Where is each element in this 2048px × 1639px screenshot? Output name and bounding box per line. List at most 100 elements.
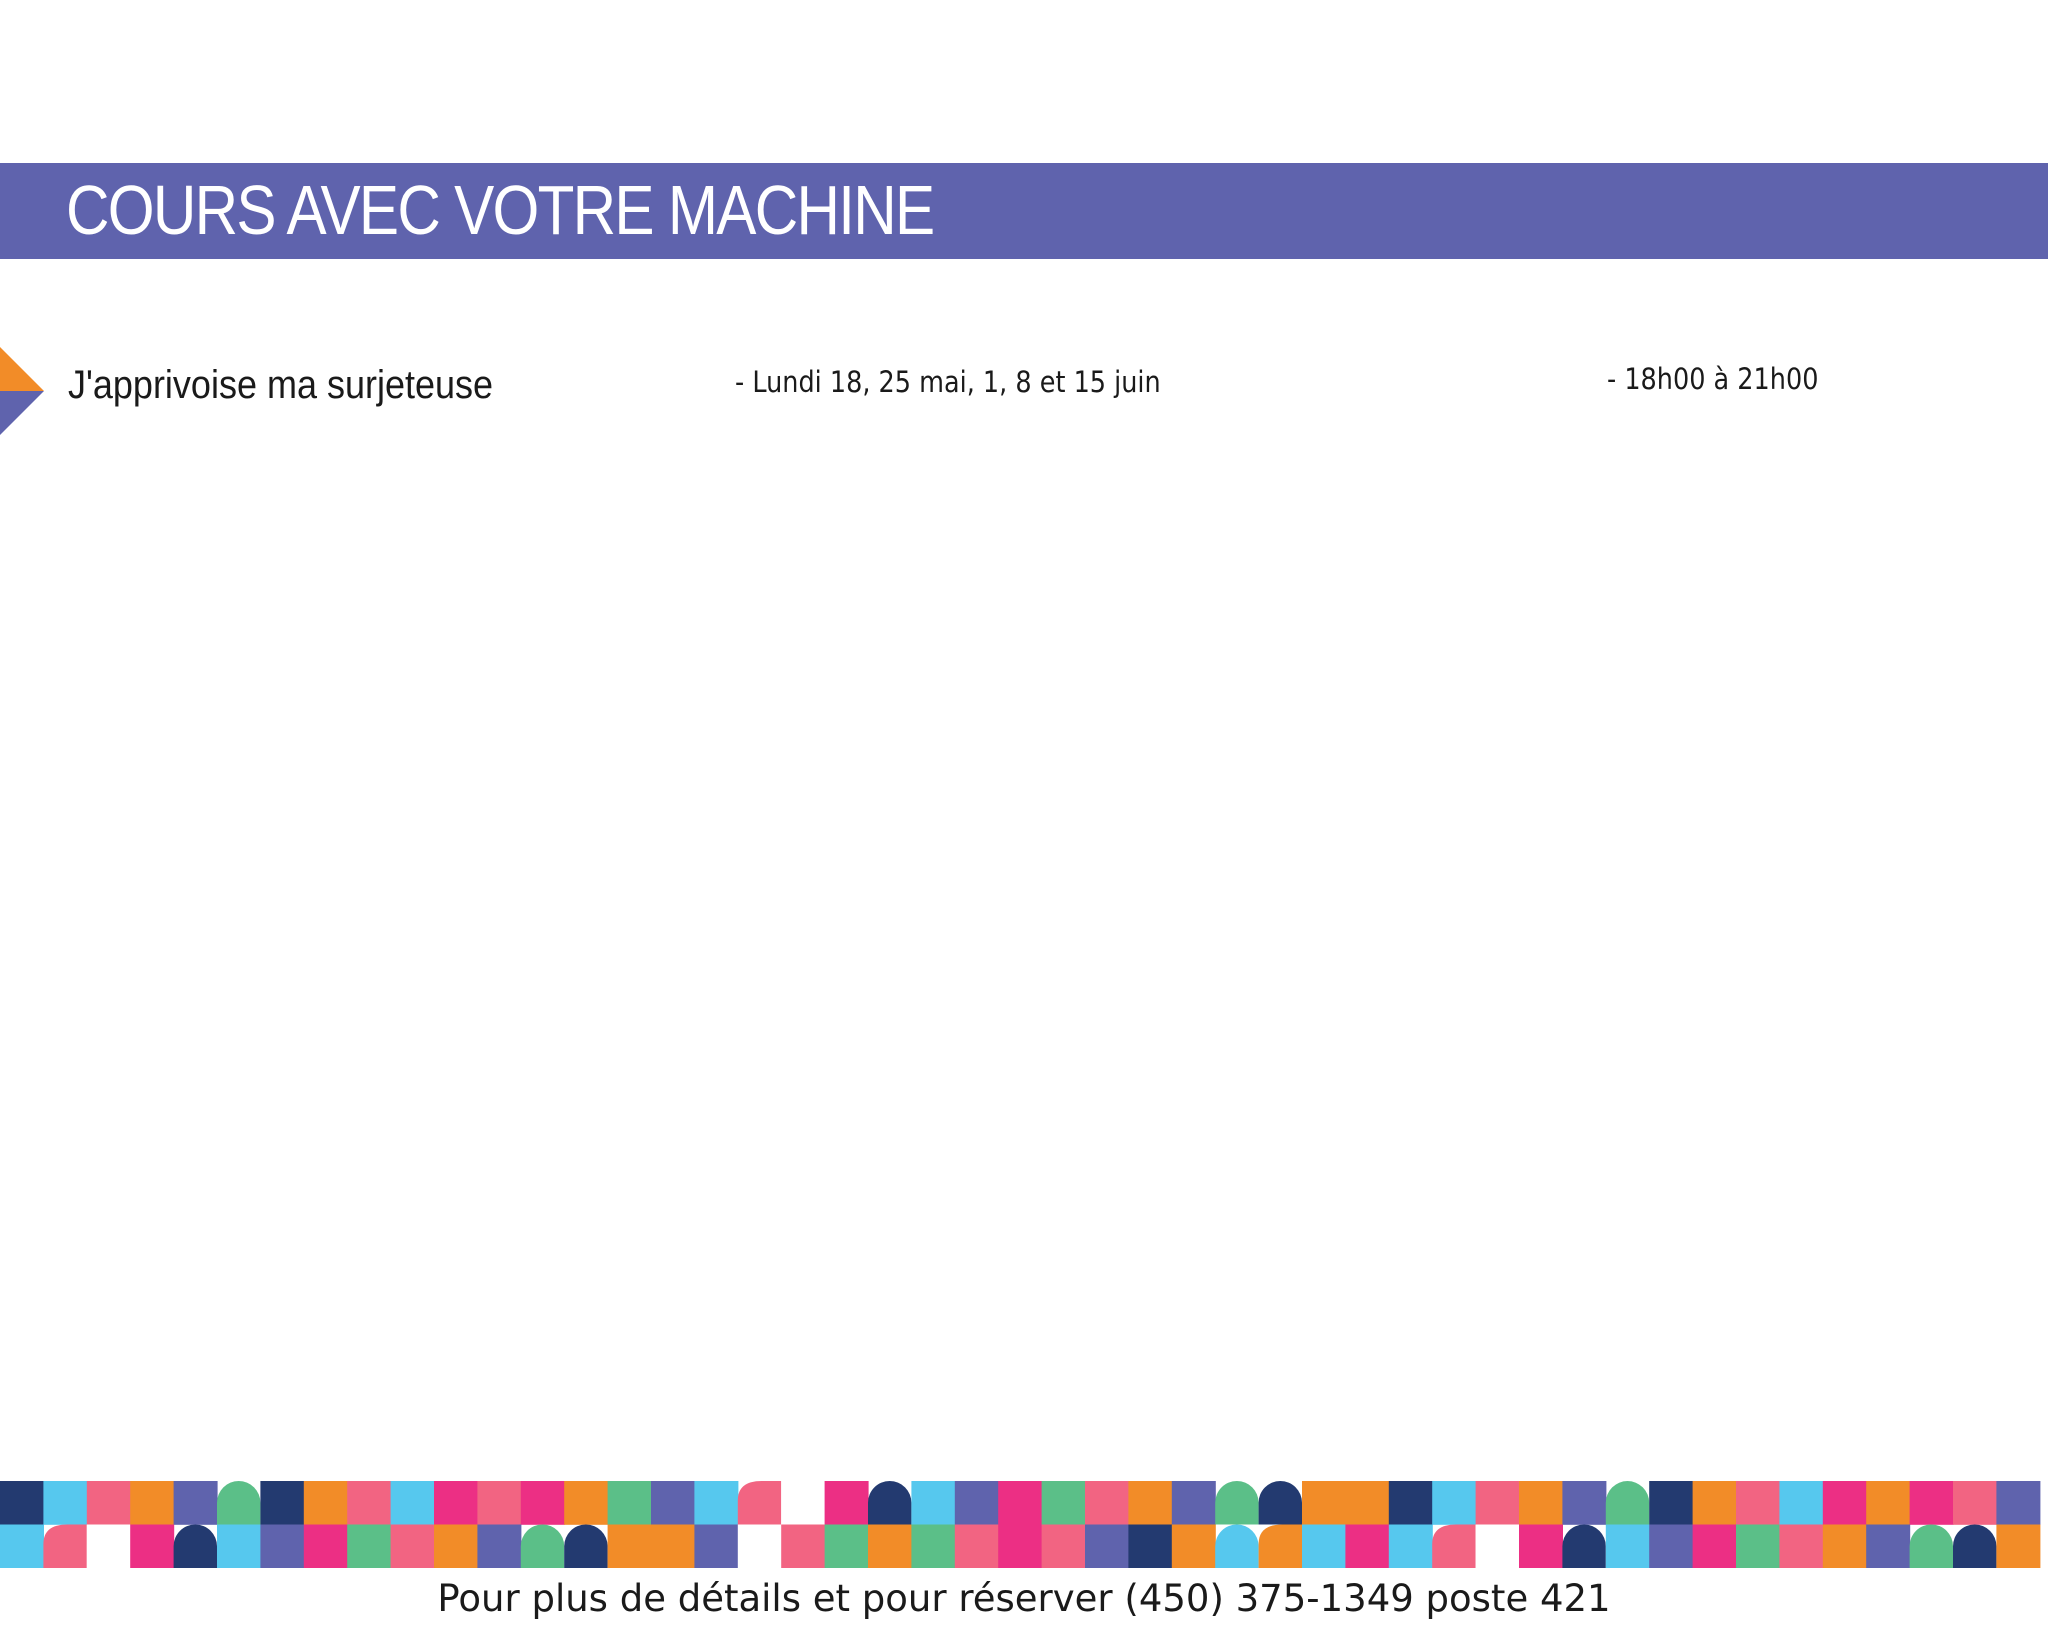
pattern-tile-bottom-38 (1649, 1524, 1694, 1568)
pattern-tile-top-29 (1258, 1481, 1302, 1525)
pattern-tile-bottom-4 (173, 1524, 217, 1568)
pattern-tile-top-40 (1736, 1481, 1780, 1525)
pattern-tile-top-22 (954, 1481, 999, 1525)
pattern-tile-top-41 (1779, 1481, 1824, 1525)
pattern-tile-top-19 (824, 1481, 869, 1525)
pattern-tile-bottom-34 (1475, 1524, 1520, 1568)
pattern-tile-bottom-6 (260, 1524, 305, 1568)
pattern-tile-top-25 (1085, 1481, 1129, 1525)
pattern-tile-bottom-11 (477, 1524, 522, 1568)
pattern-tile-bottom-42 (1822, 1524, 1867, 1568)
pattern-tile-top-36 (1562, 1481, 1607, 1525)
pattern-tile-bottom-37 (1605, 1524, 1650, 1568)
pattern-tile-top-27 (1171, 1481, 1216, 1525)
pattern-tile-bottom-8 (347, 1524, 392, 1568)
pattern-tile-bottom-9 (390, 1524, 435, 1568)
pattern-tile-top-8 (347, 1481, 392, 1525)
pattern-tile-bottom-17 (737, 1524, 782, 1568)
pattern-tile-top-14 (607, 1481, 652, 1525)
course-dates: - Lundi 18, 25 mai, 1, 8 et 15 juin (735, 365, 1161, 399)
pattern-tile-top-9 (390, 1481, 435, 1525)
pattern-tile-top-43 (1866, 1481, 1911, 1525)
pattern-tile-top-45 (1953, 1481, 1997, 1525)
pattern-tile-bottom-33 (1432, 1524, 1476, 1568)
pattern-tile-bottom-22 (954, 1524, 999, 1568)
pattern-tile-top-20 (868, 1481, 912, 1525)
pattern-tile-bottom-15 (651, 1524, 695, 1568)
pattern-tile-top-38 (1649, 1481, 1694, 1525)
page-title: COURS AVEC VOTRE MACHINE (66, 171, 935, 249)
pattern-tile-bottom-10 (434, 1524, 478, 1568)
pattern-tile-bottom-36 (1562, 1524, 1606, 1568)
pattern-tile-bottom-25 (1085, 1524, 1129, 1568)
pattern-tile-bottom-13 (564, 1524, 608, 1568)
pattern-tile-top-2 (86, 1481, 131, 1525)
pattern-tile-bottom-43 (1866, 1524, 1911, 1568)
pattern-tile-bottom-21 (911, 1524, 956, 1568)
pattern-tile-bottom-28 (1215, 1524, 1259, 1568)
pattern-tile-top-1 (43, 1481, 88, 1525)
pattern-tile-bottom-20 (868, 1524, 912, 1568)
pattern-tile-top-32 (1388, 1481, 1433, 1525)
pattern-tile-top-24 (1041, 1481, 1086, 1525)
pattern-tile-top-13 (564, 1481, 609, 1525)
pattern-tile-bottom-30 (1302, 1524, 1346, 1568)
pattern-tile-top-28 (1215, 1481, 1259, 1525)
pattern-tile-top-46 (1996, 1481, 2041, 1525)
course-time: - 18h00 à 21h00 (1607, 362, 1819, 396)
pattern-tile-bottom-40 (1736, 1524, 1780, 1568)
pattern-tile-top-26 (1128, 1481, 1173, 1525)
pattern-tile-top-11 (477, 1481, 522, 1525)
pattern-tile-bottom-2 (86, 1524, 131, 1568)
pattern-tile-top-33 (1432, 1481, 1477, 1525)
pattern-tile-bottom-23 (998, 1524, 1043, 1568)
pattern-tile-bottom-31 (1345, 1524, 1390, 1568)
pattern-tile-top-37 (1605, 1481, 1650, 1525)
pattern-tile-top-6 (260, 1481, 305, 1525)
pattern-tile-top-17 (737, 1481, 782, 1525)
pattern-tile-bottom-41 (1779, 1524, 1824, 1568)
decorative-pattern-strip (0, 1481, 2041, 1568)
pattern-tile-bottom-27 (1171, 1524, 1216, 1568)
pattern-tile-bottom-18 (781, 1524, 826, 1568)
pattern-tile-bottom-29 (1258, 1524, 1302, 1568)
pattern-tile-bottom-24 (1041, 1524, 1086, 1568)
pattern-tile-top-0 (0, 1481, 44, 1525)
pattern-tile-top-5 (217, 1481, 261, 1525)
pattern-tile-bottom-1 (43, 1524, 87, 1568)
arrow-marker-icon (0, 347, 44, 435)
pattern-tile-top-42 (1822, 1481, 1867, 1525)
pattern-tile-bottom-16 (694, 1524, 739, 1568)
pattern-tile-bottom-14 (607, 1524, 652, 1568)
pattern-tile-top-12 (520, 1481, 565, 1525)
course-name: J'apprivoise ma surjeteuse (68, 363, 494, 407)
pattern-tile-top-31 (1345, 1481, 1390, 1525)
pattern-tile-top-30 (1302, 1481, 1346, 1525)
pattern-tile-bottom-45 (1953, 1524, 1997, 1568)
pattern-tile-top-23 (998, 1481, 1043, 1525)
pattern-tile-bottom-44 (1909, 1524, 1953, 1568)
pattern-tile-top-35 (1519, 1481, 1563, 1525)
pattern-tile-top-44 (1909, 1481, 1954, 1525)
pattern-tile-top-15 (651, 1481, 695, 1525)
pattern-tile-bottom-7 (303, 1524, 348, 1568)
pattern-tile-bottom-19 (824, 1524, 869, 1568)
pattern-tile-bottom-32 (1388, 1524, 1433, 1568)
pattern-tile-top-18 (781, 1481, 826, 1525)
pattern-tile-top-4 (173, 1481, 218, 1525)
pattern-tile-bottom-39 (1692, 1524, 1737, 1568)
pattern-tile-bottom-46 (1996, 1524, 2041, 1568)
pattern-tile-top-16 (694, 1481, 739, 1525)
pattern-tile-bottom-12 (520, 1524, 565, 1568)
pattern-tile-bottom-5 (217, 1524, 261, 1568)
pattern-tile-top-7 (303, 1481, 348, 1525)
pattern-tile-top-34 (1475, 1481, 1520, 1525)
pattern-tile-bottom-3 (130, 1524, 175, 1568)
footer-contact: Pour plus de détails et pour réserver (4… (437, 1577, 1611, 1620)
pattern-tile-top-3 (130, 1481, 175, 1525)
pattern-tile-bottom-0 (0, 1524, 44, 1568)
pattern-tile-bottom-26 (1128, 1524, 1173, 1568)
pattern-tile-bottom-35 (1519, 1524, 1563, 1568)
pattern-tile-top-39 (1692, 1481, 1737, 1525)
pattern-tile-top-21 (911, 1481, 956, 1525)
